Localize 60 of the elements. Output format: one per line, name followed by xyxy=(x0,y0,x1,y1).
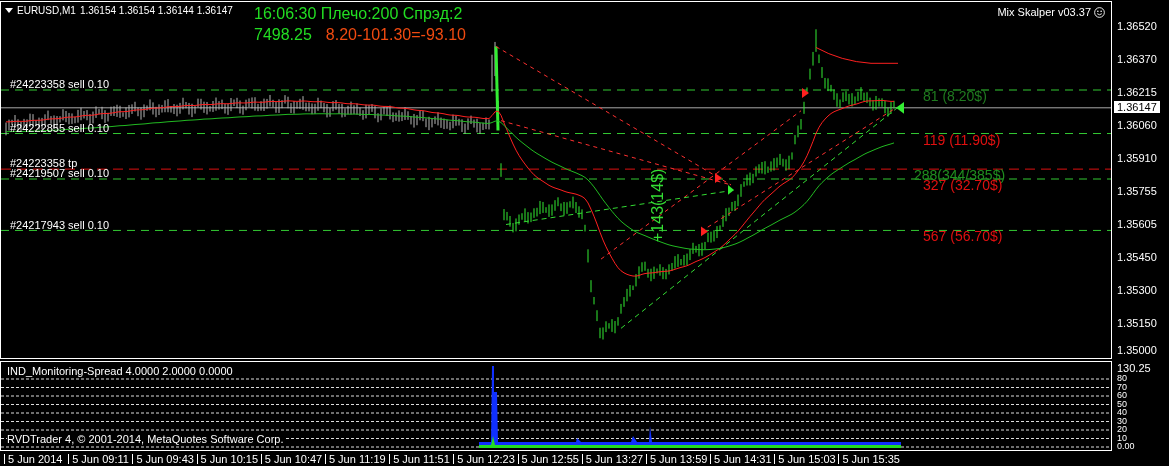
balance-value: 7498.25 xyxy=(254,26,312,44)
copyright-text: RVDTrader 4, © 2001-2014, MetaQuotes Software Corp. xyxy=(7,434,284,445)
order-label: #24223358 sell 0.10 xyxy=(10,79,110,91)
price-tick: 1.35150 xyxy=(1117,318,1157,330)
symbol-label: EURUSD,M1 xyxy=(17,5,76,16)
smiley-icon[interactable] xyxy=(1094,6,1105,18)
price-tick: 1.35910 xyxy=(1117,152,1157,164)
order-label: #24219507 sell 0.10 xyxy=(10,168,110,180)
open-arrow-icon xyxy=(802,88,809,98)
dropdown-triangle-icon[interactable] xyxy=(5,8,13,13)
time-tick: 5 Jun 13:27 xyxy=(581,453,646,464)
order-label: #24222855 sell 0.10 xyxy=(10,122,110,134)
indicator-tick: 50 xyxy=(1117,399,1127,408)
price-tick: 1.36370 xyxy=(1117,53,1157,65)
order-label: #24223358 tp xyxy=(10,158,78,170)
quote-values: 1.36154 1.36154 1.36144 1.36147 xyxy=(79,5,233,16)
time-tick: 5 Jun 13:59 xyxy=(645,453,711,464)
indicator-tick: 30 xyxy=(1117,416,1127,425)
expert-name: Mix Skalper v03.37 xyxy=(997,6,1091,18)
current-price-label: 1.36147 xyxy=(1114,100,1160,113)
time-tick: 5 Jun 2014 xyxy=(4,453,69,464)
time-tick: 5 Jun 09:11 xyxy=(68,453,133,464)
time-tick: 5 Jun 10:15 xyxy=(196,453,261,464)
status-line: 16:06:30 Плечо:200 Спрэд:2 xyxy=(254,5,464,23)
target-label: 119 (11.90$) xyxy=(923,132,1001,147)
time-tick: 5 Jun 12:55 xyxy=(517,453,582,464)
price-tick: 1.35605 xyxy=(1117,218,1157,230)
time-tick: 5 Jun 15:03 xyxy=(774,453,839,464)
time-tick: 5 Jun 12:23 xyxy=(453,453,518,464)
indicator-tick: 10 xyxy=(1117,433,1127,442)
indicator-tick: 80 xyxy=(1117,374,1127,382)
price-tick: 1.36215 xyxy=(1117,86,1157,98)
price-tick: 1.35000 xyxy=(1117,345,1157,356)
indicator-tick: 0.00 xyxy=(1117,442,1135,450)
order-label: #24217943 sell 0.10 xyxy=(10,219,110,231)
indicator-tick: 70 xyxy=(1117,382,1127,391)
time-tick: 5 Jun 14:31 xyxy=(710,453,775,464)
indicator-tick: 40 xyxy=(1117,408,1127,416)
time-tick: 5 Jun 11:51 xyxy=(389,453,454,464)
time-tick: 5 Jun 15:35 xyxy=(838,453,903,464)
price-tick: 1.35450 xyxy=(1117,251,1157,263)
indicator-title: IND_Monitoring-Spread 4.0000 2.0000 0.0000 xyxy=(7,366,233,377)
trade-profit-label: +143(14$) xyxy=(649,168,667,242)
price-tick: 1.35755 xyxy=(1117,185,1157,197)
price-tick: 1.36520 xyxy=(1117,20,1157,32)
time-tick: 5 Jun 09:43 xyxy=(132,453,197,464)
time-tick: 5 Jun 10:47 xyxy=(260,453,325,464)
time-tick: 5 Jun 11:19 xyxy=(324,453,390,464)
target-label: 567 (56.70$) xyxy=(923,229,1003,244)
indicator-tick: 20 xyxy=(1117,425,1127,433)
open-arrow-icon xyxy=(701,226,708,237)
close-arrow-icon xyxy=(728,184,734,195)
price-tick: 1.35300 xyxy=(1117,285,1157,296)
indicator-tick: 60 xyxy=(1117,391,1127,399)
profit-value: 8.20-101.30=-93.10 xyxy=(325,26,466,44)
close-arrow-icon xyxy=(896,101,904,114)
price-tick: 1.36060 xyxy=(1117,119,1157,131)
open-arrow-icon xyxy=(715,173,722,183)
target-label: 81 (8.20$) xyxy=(923,89,987,103)
indicator-max-value: 130.25 xyxy=(1117,363,1151,374)
